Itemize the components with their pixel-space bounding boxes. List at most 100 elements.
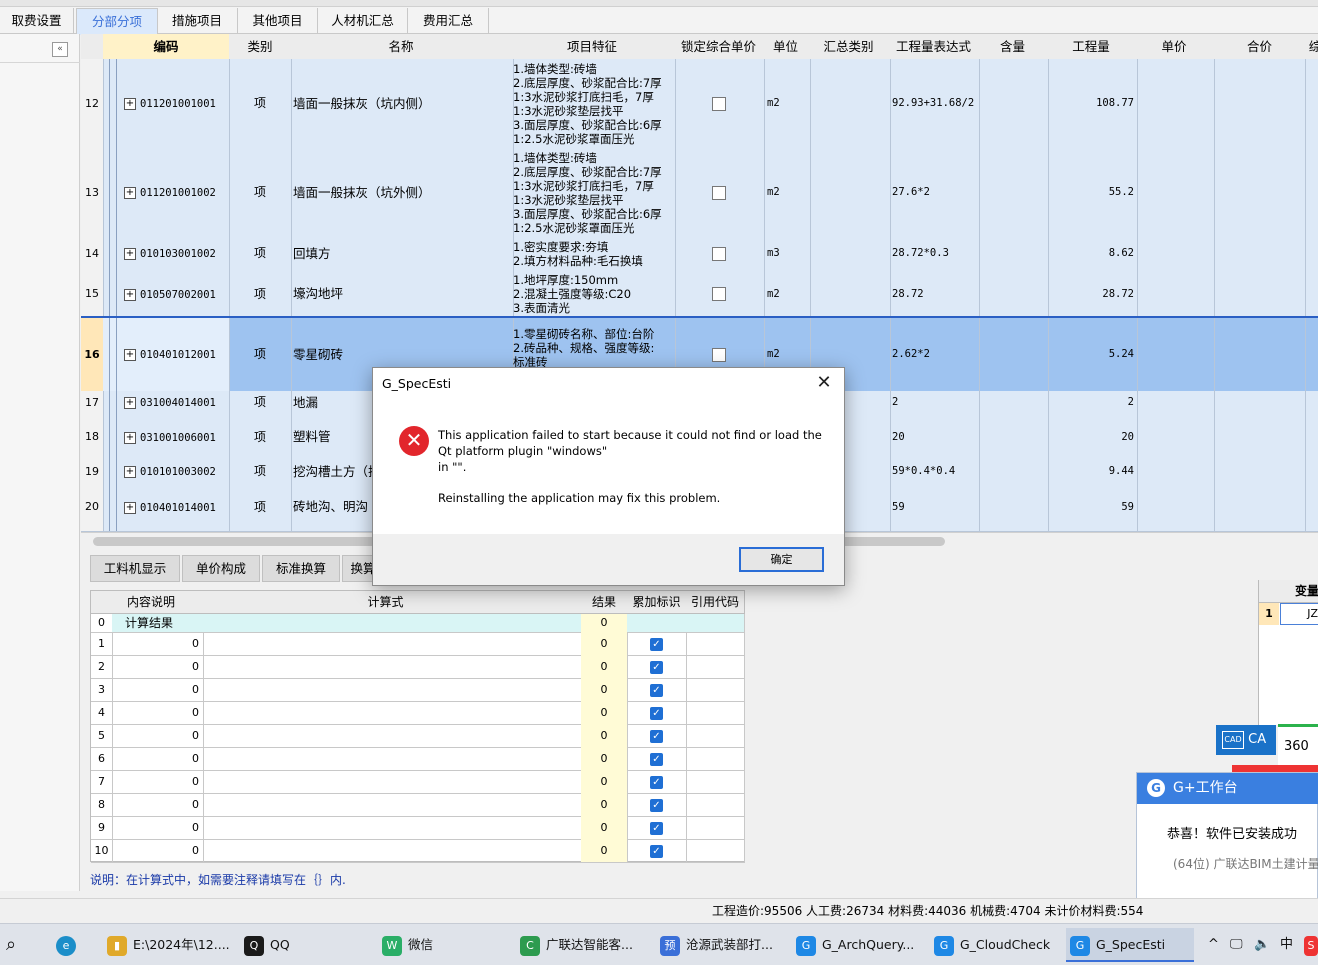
total-price-cell[interactable] (1214, 318, 1306, 392)
accumulate-checkbox[interactable]: ✓ (650, 752, 663, 766)
taskbar-app[interactable]: W 微信 (378, 928, 506, 962)
quantity-cell[interactable]: 108.77 (1048, 59, 1138, 149)
unit-cell[interactable]: m3 (764, 237, 811, 271)
calc-accumulate-cell[interactable]: ✓ (627, 632, 687, 656)
security-popup[interactable]: 360检 (1278, 724, 1318, 794)
total-price-cell[interactable] (1214, 148, 1306, 238)
content-cell[interactable] (977, 318, 1049, 392)
tab-fee-settings[interactable]: 取费设置 (0, 8, 74, 34)
quantity-expr-cell[interactable]: 59 (890, 483, 980, 532)
calc-formula-cell[interactable]: 0 (190, 816, 584, 840)
accumulate-checkbox[interactable]: ✓ (650, 706, 663, 720)
item-features-cell[interactable]: 1.地坪厚度:150mm 2.混凝土强度等级:C20 3.表面清光 (511, 270, 676, 319)
item-name-cell[interactable]: 壕沟地坪 (291, 270, 514, 319)
composite-cell[interactable] (1305, 148, 1318, 238)
search-icon[interactable]: ⌕ (6, 928, 26, 962)
grid-row[interactable]: 15 +010507002001 项壕沟地坪 1.地坪厚度:150mm 2.混凝土强度… (81, 270, 1318, 319)
calc-accumulate-cell[interactable]: ✓ (627, 678, 687, 702)
calc-formula-cell[interactable]: 0 (190, 770, 584, 794)
tab-labor-material-summary[interactable]: 人材机汇总 (318, 8, 408, 34)
calc-row[interactable]: 8 0 0 ✓ (91, 793, 745, 817)
item-type-cell[interactable]: 项 (229, 483, 292, 532)
item-type-cell[interactable]: 项 (229, 237, 292, 271)
grid-header-summary-type[interactable]: 汇总类别 (807, 34, 891, 60)
calc-row[interactable]: 6 0 0 ✓ (91, 747, 745, 771)
calc-ref-code-cell[interactable] (686, 816, 745, 840)
taskbar-app[interactable]: G G_CloudCheck (930, 928, 1058, 962)
calc-formula-cell[interactable]: 0 (190, 793, 584, 817)
var-cell[interactable]: JZ (1280, 603, 1318, 625)
calc-row[interactable]: 3 0 0 ✓ (91, 678, 745, 702)
row-number[interactable]: 14 (81, 237, 104, 271)
grid-header-quantity[interactable]: 工程量 (1048, 34, 1135, 60)
summary-type-cell[interactable] (807, 237, 891, 271)
item-type-cell[interactable]: 项 (229, 391, 292, 415)
tab-sub-items[interactable]: 分部分项 (76, 8, 158, 35)
item-type-cell[interactable]: 项 (229, 270, 292, 319)
calc-row[interactable]: 0 计算结果 0 (91, 614, 745, 633)
calc-row[interactable]: 1 0 0 ✓ (91, 632, 745, 656)
item-code-cell[interactable]: +010507002001 (103, 270, 230, 319)
calc-ref-code-cell[interactable] (686, 747, 745, 771)
quantity-expr-cell[interactable]: 2.62*2 (890, 318, 980, 392)
quantity-cell[interactable]: 20 (1048, 414, 1138, 461)
taskbar-app[interactable]: C 广联达智能客... (516, 928, 646, 962)
item-features-cell[interactable]: 1.密实度要求:夯填 2.填方材料品种:毛石换填 (511, 237, 676, 271)
unit-price-cell[interactable] (1134, 414, 1215, 461)
composite-cell[interactable] (1305, 391, 1318, 415)
quantity-cell[interactable]: 5.24 (1048, 318, 1138, 392)
item-code-cell[interactable]: +031001006001 (103, 414, 230, 461)
expand-plus-icon[interactable]: + (124, 465, 136, 478)
accumulate-checkbox[interactable]: ✓ (650, 775, 663, 789)
accumulate-checkbox[interactable]: ✓ (650, 798, 663, 812)
calc-ref-code-cell[interactable] (686, 701, 745, 725)
total-price-cell[interactable] (1214, 237, 1306, 271)
item-code-cell[interactable]: +010401014001 (103, 483, 230, 532)
item-code-cell[interactable]: +010103001002 (103, 237, 230, 271)
grid-header-unit-price[interactable]: 单价 (1134, 34, 1215, 60)
unit-price-cell[interactable] (1134, 237, 1215, 271)
composite-cell[interactable] (1305, 59, 1318, 149)
unit-cell[interactable]: m2 (764, 270, 811, 319)
unit-price-cell[interactable] (1134, 483, 1215, 532)
expand-plus-icon[interactable]: + (124, 348, 136, 361)
item-name-cell[interactable]: 墙面一般抹灰（坑外侧） (291, 148, 514, 238)
expand-plus-icon[interactable]: + (124, 288, 136, 301)
calc-accumulate-cell[interactable] (627, 614, 687, 633)
tray-chevron-icon[interactable]: ^ (1208, 928, 1219, 962)
calc-ref-code-cell[interactable] (686, 678, 745, 702)
calc-ref-code-cell[interactable] (686, 793, 745, 817)
item-code-cell[interactable]: +011201001001 (103, 59, 230, 149)
grid-row[interactable]: 13 +011201001002 项墙面一般抹灰（坑外侧） 1.墙体类型:砖墙 2.底… (81, 148, 1318, 238)
expand-plus-icon[interactable]: + (124, 501, 136, 514)
unit-price-cell[interactable] (1134, 59, 1215, 149)
tab-unit-price-composition[interactable]: 单价构成 (182, 555, 260, 582)
calc-accumulate-cell[interactable]: ✓ (627, 770, 687, 794)
calc-ref-code-cell[interactable] (686, 655, 745, 679)
quantity-cell[interactable]: 2 (1048, 391, 1138, 415)
quantity-cell[interactable]: 59 (1048, 483, 1138, 532)
calc-row[interactable]: 7 0 0 ✓ (91, 770, 745, 794)
dialog-close-icon[interactable]: ✕ (813, 372, 835, 394)
composite-cell[interactable] (1305, 414, 1318, 461)
grid-header-composite[interactable]: 综 (1305, 34, 1318, 60)
composite-cell[interactable] (1305, 270, 1318, 319)
item-type-cell[interactable]: 项 (229, 318, 292, 392)
item-name-cell[interactable]: 回填方 (291, 237, 514, 271)
calc-row[interactable]: 10 0 0 ✓ (91, 839, 745, 863)
accumulate-checkbox[interactable]: ✓ (650, 660, 663, 674)
calc-ref-code-cell[interactable] (686, 839, 745, 863)
accumulate-checkbox[interactable]: ✓ (650, 844, 663, 858)
item-code-cell[interactable]: +011201001002 (103, 148, 230, 238)
unit-price-cell[interactable] (1134, 148, 1215, 238)
content-cell[interactable] (977, 483, 1049, 532)
calc-accumulate-cell[interactable]: ✓ (627, 655, 687, 679)
calc-accumulate-cell[interactable]: ✓ (627, 816, 687, 840)
item-type-cell[interactable]: 项 (229, 148, 292, 238)
calc-accumulate-cell[interactable]: ✓ (627, 839, 687, 863)
content-cell[interactable] (977, 391, 1049, 415)
grid-header-total-price[interactable]: 合价 (1214, 34, 1306, 60)
lock-price-checkbox[interactable] (711, 185, 726, 200)
calc-formula-cell[interactable]: 0 (190, 678, 584, 702)
unit-price-cell[interactable] (1134, 391, 1215, 415)
